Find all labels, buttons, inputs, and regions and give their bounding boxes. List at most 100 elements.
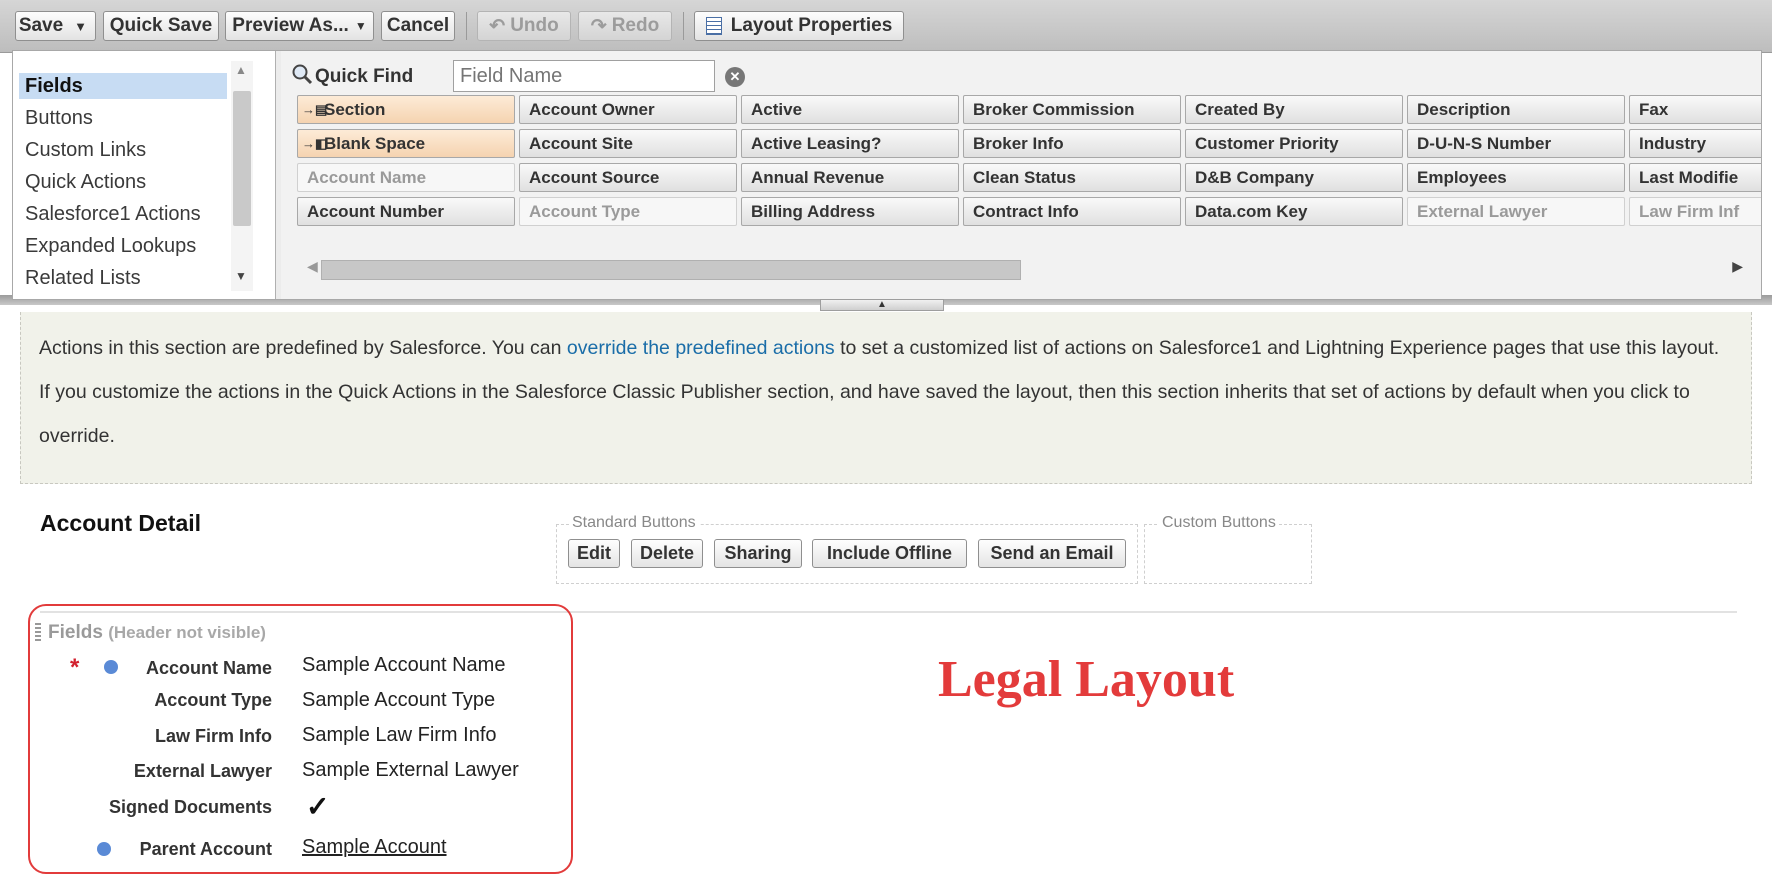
field-value-parent-account: Sample Account (302, 836, 447, 858)
palette-field[interactable]: D-U-N-S Number (1407, 129, 1625, 158)
sharing-button[interactable]: Sharing (714, 539, 802, 568)
section-icon: →▤ (302, 101, 328, 117)
undo-label: Undo (510, 15, 559, 36)
field-label-law-firm-info[interactable]: Law Firm Info (155, 726, 272, 747)
palette-horizontal-scrollbar[interactable]: ◀ ▶ (301, 256, 1761, 282)
scroll-left-icon[interactable]: ◀ (307, 258, 318, 275)
quick-save-label: Quick Save (109, 15, 213, 36)
palette-field[interactable]: Last Modifie (1629, 163, 1761, 192)
palette-field[interactable]: Annual Revenue (741, 163, 959, 192)
scroll-up-icon[interactable]: ▲ (235, 63, 247, 77)
palette-field[interactable]: Account Source (519, 163, 737, 192)
palette-field[interactable]: Created By (1185, 95, 1403, 124)
quick-find-label: Quick Find (315, 66, 414, 87)
category-salesforce1-actions[interactable]: Salesforce1 Actions (19, 201, 227, 227)
field-value-account-name: Sample Account Name (302, 654, 506, 676)
scroll-down-icon[interactable]: ▼ (235, 269, 247, 283)
field-value-account-type: Sample Account Type (302, 689, 496, 711)
palette-field-used: Account Type (519, 197, 737, 226)
palette-field[interactable]: Data.com Key (1185, 197, 1403, 226)
field-label-external-lawyer[interactable]: External Lawyer (134, 761, 272, 782)
field-value-law-firm-info: Sample Law Firm Info (302, 724, 497, 746)
required-icon: * (70, 654, 80, 681)
save-label: Save (18, 15, 64, 36)
chevron-down-icon: ▼ (354, 19, 367, 33)
layout-editor-toolbar: Save ▼ Quick Save Preview As... ▼ Cancel … (0, 0, 1772, 53)
required-dot-icon (97, 842, 111, 856)
layout-properties-button[interactable]: Layout Properties (694, 11, 904, 41)
toolbar-divider (683, 12, 684, 40)
layout-properties-icon (705, 17, 722, 35)
chevron-up-icon: ▲ (877, 299, 887, 310)
save-dropdown-button[interactable]: ▼ (66, 11, 96, 41)
collapse-palette-handle[interactable]: ▲ (820, 299, 944, 311)
clear-search-icon[interactable]: ✕ (725, 67, 745, 87)
palette-category-list: Fields Buttons Custom Links Quick Action… (13, 51, 276, 299)
overlay-caption: Legal Layout (938, 651, 1235, 708)
category-buttons[interactable]: Buttons (19, 105, 227, 131)
field-palette: Fields Buttons Custom Links Quick Action… (12, 50, 1762, 300)
standard-buttons-legend: Standard Buttons (569, 514, 699, 532)
chevron-down-icon: ▼ (74, 18, 87, 34)
palette-field[interactable]: Customer Priority (1185, 129, 1403, 158)
palette-field[interactable]: Description (1407, 95, 1625, 124)
palette-field-used: External Lawyer (1407, 197, 1625, 226)
quick-find-input[interactable] (453, 60, 715, 92)
category-quick-actions[interactable]: Quick Actions (19, 169, 227, 195)
field-value-external-lawyer: Sample External Lawyer (302, 759, 519, 781)
palette-scroll-thumb[interactable] (321, 260, 1021, 280)
send-email-button[interactable]: Send an Email (978, 539, 1126, 568)
palette-field[interactable]: Account Owner (519, 95, 737, 124)
redo-label: Redo (611, 15, 660, 36)
include-offline-button[interactable]: Include Offline (812, 539, 967, 568)
palette-item-blank-space[interactable]: →◧ Blank Space (297, 129, 515, 158)
save-button[interactable]: Save (15, 11, 67, 41)
field-label-signed-documents[interactable]: Signed Documents (109, 797, 272, 818)
fields-section-header[interactable]: Fields (Header not visible) (48, 622, 266, 644)
palette-field[interactable]: Clean Status (963, 163, 1181, 192)
category-scrollbar[interactable]: ▲ ▼ (231, 61, 253, 291)
palette-field[interactable]: Fax (1629, 95, 1761, 124)
drag-handle-icon[interactable] (35, 623, 41, 643)
scroll-right-icon[interactable]: ▶ (1732, 258, 1743, 275)
cancel-label: Cancel (386, 15, 450, 36)
required-dot-icon (104, 660, 118, 674)
layout-properties-label: Layout Properties (730, 15, 893, 36)
palette-item-section[interactable]: →▤ Section (297, 95, 515, 124)
palette-field[interactable]: Industry (1629, 129, 1761, 158)
palette-field-used: Account Name (297, 163, 515, 192)
palette-field[interactable]: Billing Address (741, 197, 959, 226)
category-fields[interactable]: Fields (19, 73, 227, 99)
field-label-parent-account[interactable]: Parent Account (140, 839, 272, 860)
toolbar-divider (466, 12, 467, 40)
override-actions-link[interactable]: override the predefined actions (567, 337, 835, 359)
redo-button[interactable]: ↷ Redo (578, 11, 672, 41)
preview-as-label: Preview As... (232, 15, 349, 36)
palette-field[interactable]: Account Site (519, 129, 737, 158)
blank-space-icon: →◧ (302, 135, 328, 151)
palette-field[interactable]: Account Number (297, 197, 515, 226)
search-icon (292, 64, 313, 85)
quick-save-button[interactable]: Quick Save (103, 11, 219, 41)
preview-as-button[interactable]: Preview As... ▼ (225, 11, 374, 41)
undo-button[interactable]: ↶ Undo (477, 11, 571, 41)
palette-field[interactable]: D&B Company (1185, 163, 1403, 192)
category-scroll-thumb[interactable] (233, 91, 251, 226)
palette-field[interactable]: Employees (1407, 163, 1625, 192)
category-expanded-lookups[interactable]: Expanded Lookups (19, 233, 227, 259)
palette-field[interactable]: Contract Info (963, 197, 1181, 226)
delete-button[interactable]: Delete (631, 539, 703, 568)
category-related-lists[interactable]: Related Lists (19, 265, 227, 291)
palette-field[interactable]: Active (741, 95, 959, 124)
palette-field-area: Quick Find ✕ →▤Section Account Owner Act… (281, 51, 1761, 299)
chip-label: Blank Space (324, 133, 426, 153)
field-label-account-type[interactable]: Account Type (154, 690, 272, 711)
palette-field-used: Law Firm Inf (1629, 197, 1761, 226)
category-custom-links[interactable]: Custom Links (19, 137, 227, 163)
edit-button[interactable]: Edit (568, 539, 620, 568)
palette-field[interactable]: Active Leasing? (741, 129, 959, 158)
field-label-account-name[interactable]: Account Name (146, 658, 272, 679)
palette-field[interactable]: Broker Commission (963, 95, 1181, 124)
cancel-button[interactable]: Cancel (381, 11, 455, 41)
palette-field[interactable]: Broker Info (963, 129, 1181, 158)
